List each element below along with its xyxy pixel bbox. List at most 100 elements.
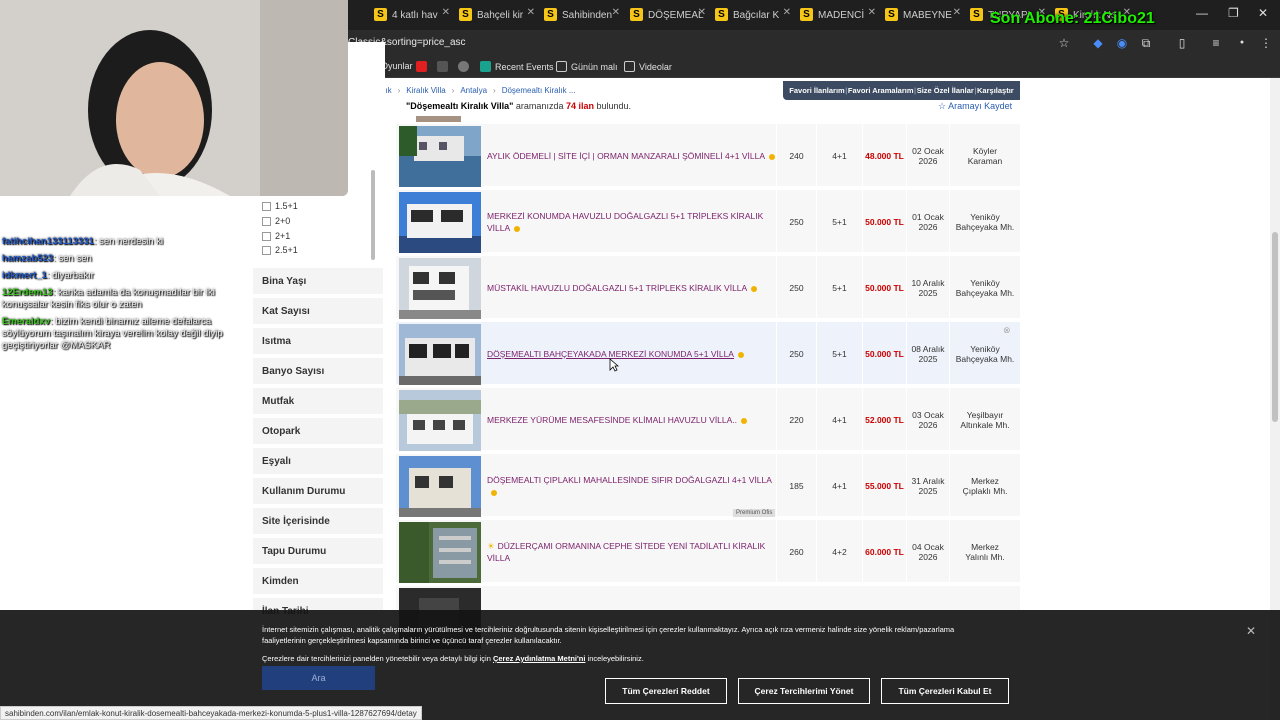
facet-kitchen[interactable]: Mutfak <box>253 388 383 416</box>
scroll-thumb[interactable] <box>1272 232 1278 422</box>
facet-building-age[interactable]: Bina Yaşı <box>253 268 383 296</box>
facet-deed-status[interactable]: Tapu Durumu <box>253 538 383 566</box>
listing-thumbnail[interactable] <box>399 258 481 319</box>
facet-heating[interactable]: Isıtma <box>253 328 383 356</box>
cookie-policy-link[interactable]: Çerez Aydınlatma Metni'ni <box>493 654 586 663</box>
close-tab-icon[interactable]: ✕ <box>868 7 876 18</box>
listing-title[interactable]: DÖŞEMEALTI BAHÇEYAKADA MERKEZİ KONUMDA 5… <box>487 322 776 386</box>
facet-parking[interactable]: Otopark <box>253 418 383 446</box>
checkbox[interactable] <box>262 201 271 211</box>
search-button[interactable]: Ara <box>262 666 375 690</box>
nav-favorite-listings[interactable]: Favori İlanlarım <box>789 86 844 95</box>
table-row[interactable]: DÖŞEMEALTI ÇIPLAKLI MAHALLESİNDE SIFIR D… <box>396 454 1020 518</box>
table-row[interactable]: MERKEZE YÜRÜME MESAFESİNDE KLİMALI HAVUZ… <box>396 388 1020 452</box>
nav-compare[interactable]: Karşılaştır <box>977 86 1014 95</box>
sidebar-scrollbar[interactable] <box>371 170 375 260</box>
browser-tab[interactable]: S MABEYNE ✕ <box>881 4 965 26</box>
nav-special-listings[interactable]: Size Özel İlanlar <box>917 86 974 95</box>
facet-from-whom[interactable]: Kimden <box>253 568 383 596</box>
close-tab-icon[interactable]: ✕ <box>612 7 620 18</box>
listing-thumbnail[interactable] <box>399 390 481 451</box>
close-tab-icon[interactable]: ✕ <box>527 7 535 18</box>
bookmark-item[interactable] <box>458 61 469 72</box>
listing-title[interactable]: MERKEZİ KONUMDA HAVUZLU DOĞALGAZLI 5+1 T… <box>487 190 776 254</box>
profile-icon[interactable]: ● <box>1234 35 1250 51</box>
star-bookmark-icon[interactable]: ☆ <box>1056 35 1072 51</box>
room-option[interactable]: 2+1 <box>262 231 290 241</box>
close-tab-icon[interactable]: ✕ <box>442 7 450 18</box>
folder-icon <box>624 61 635 72</box>
extension-icon[interactable]: ◆ <box>1090 35 1106 51</box>
chat-message: 12Erdem13: kanka adamla da konuşmadılar … <box>2 287 215 310</box>
browser-tab[interactable]: S4 katlı hav ✕ <box>370 4 454 26</box>
folder-icon <box>556 61 567 72</box>
room-option[interactable]: 1.5+1 <box>262 201 298 211</box>
bookmark-item[interactable] <box>437 61 448 72</box>
listing-thumbnail[interactable] <box>399 192 481 253</box>
cookie-text: Çerezlere dair tercihlerinizi panelden y… <box>262 654 644 663</box>
top-nav: Favori İlanlarım | Favori Aramalarım | S… <box>783 81 1020 100</box>
listing-date: 10 Aralık 2025 <box>906 256 949 320</box>
table-row[interactable]: MERKEZİ KONUMDA HAVUZLU DOĞALGAZLI 5+1 T… <box>396 190 1020 254</box>
facet-floor-count[interactable]: Kat Sayısı <box>253 298 383 326</box>
room-option[interactable]: 2+0 <box>262 216 290 226</box>
browser-tab[interactable]: S Bahçeli kir ✕ <box>455 4 539 26</box>
star-icon: ☆ <box>938 101 949 111</box>
save-search-button[interactable]: ☆ Aramayı Kaydet <box>938 101 1012 112</box>
room-option[interactable]: 2.5+1 <box>262 245 298 255</box>
minimize-icon[interactable]: — <box>1196 6 1208 20</box>
listing-thumbnail[interactable] <box>399 324 481 385</box>
close-tab-icon[interactable]: ✕ <box>698 7 706 18</box>
facet-in-site[interactable]: Site İçerisinde <box>253 508 383 536</box>
table-row[interactable]: AYLIK ÖDEMELİ | SİTE İÇİ | ORMAN MANZARA… <box>396 124 1020 188</box>
mouse-cursor-icon <box>609 358 619 372</box>
listing-title[interactable]: ☀ DÜZLERÇAMI ORMANINA CEPHE SİTEDE YENİ T… <box>487 520 776 584</box>
breadcrumb-item[interactable]: Kiralık Villa <box>406 86 445 95</box>
listing-location: Merkez Çıplaklı Mh. <box>949 454 1020 518</box>
checkbox[interactable] <box>262 216 271 226</box>
browser-tab[interactable]: S MADENCİ ✕ <box>796 4 880 26</box>
listing-thumbnail[interactable] <box>399 522 481 583</box>
manage-cookies-button[interactable]: Çerez Tercihlerimi Yönet <box>738 678 870 704</box>
table-row[interactable]: MÜSTAKİL HAVUZLU DOĞALGAZLI 5+1 TRİPLEKS… <box>396 256 1020 320</box>
reject-cookies-button[interactable]: Tüm Çerezleri Reddet <box>605 678 727 704</box>
checkbox[interactable] <box>262 231 271 241</box>
bookmark-item[interactable]: Videolar <box>624 61 672 72</box>
listing-title[interactable]: AYLIK ÖDEMELİ | SİTE İÇİ | ORMAN MANZARA… <box>487 124 776 188</box>
facet-bathrooms[interactable]: Banyo Sayısı <box>253 358 383 386</box>
checkbox[interactable] <box>262 245 271 255</box>
listing-title[interactable]: MERKEZE YÜRÜME MESAFESİNDE KLİMALI HAVUZ… <box>487 388 776 452</box>
table-row[interactable]: DÖŞEMEALTI BAHÇEYAKADA MERKEZİ KONUMDA 5… <box>396 322 1020 386</box>
close-icon[interactable]: ⊗ <box>1003 325 1011 336</box>
close-tab-icon[interactable]: ✕ <box>783 7 791 18</box>
listing-thumbnail[interactable] <box>416 116 461 122</box>
browser-tab[interactable]: S Bağcılar K ✕ <box>711 4 795 26</box>
featured-icon <box>737 351 744 358</box>
browser-tab[interactable]: S Sahibinden ✕ <box>540 4 624 26</box>
breadcrumb-item[interactable]: Döşemealtı Kiralık ... <box>502 86 576 95</box>
bookmark-item[interactable]: Günün malı <box>556 61 618 72</box>
facet-usage-status[interactable]: Kullanım Durumu <box>253 478 383 506</box>
sidebar-toggle-icon[interactable]: ▯ <box>1174 35 1190 51</box>
close-icon[interactable]: ✕ <box>1246 624 1256 638</box>
bookmark-item[interactable]: Recent Events <box>480 61 554 72</box>
table-row[interactable]: ☀ DÜZLERÇAMI ORMANINA CEPHE SİTEDE YENİ T… <box>396 520 1020 584</box>
listing-thumbnail[interactable] <box>399 126 481 187</box>
extension-icon[interactable]: ◉ <box>1114 35 1130 51</box>
restore-icon[interactable]: ❐ <box>1228 6 1239 20</box>
close-tab-icon[interactable]: ✕ <box>953 7 961 18</box>
nav-favorite-searches[interactable]: Favori Aramalarım <box>848 86 914 95</box>
bookmark-item[interactable] <box>416 61 427 72</box>
close-window-icon[interactable]: ✕ <box>1258 6 1268 20</box>
listing-thumbnail[interactable] <box>399 456 481 517</box>
listing-title[interactable]: MÜSTAKİL HAVUZLU DOĞALGAZLI 5+1 TRİPLEKS… <box>487 256 776 320</box>
browser-tab[interactable]: S DÖŞEMEAL ✕ <box>626 4 710 26</box>
accept-cookies-button[interactable]: Tüm Çerezleri Kabul Et <box>881 678 1009 704</box>
media-control-icon[interactable]: ≡ <box>1208 35 1224 51</box>
search-result-summary: "Döşemealtı Kiralık Villa" aramanızda 74… <box>406 101 632 111</box>
breadcrumb-item[interactable]: Antalya <box>460 86 487 95</box>
facet-furnished[interactable]: Eşyalı <box>253 448 383 476</box>
extensions-puzzle-icon[interactable]: ⧉ <box>1138 35 1154 51</box>
menu-icon[interactable]: ⋮ <box>1258 35 1274 51</box>
listing-m2: 240 <box>776 124 816 188</box>
